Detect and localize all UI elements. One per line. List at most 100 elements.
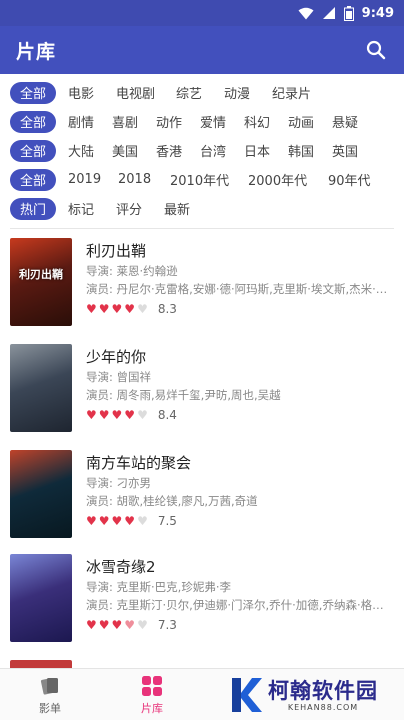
- movie-director: 导演: 曾国祥: [86, 370, 152, 384]
- movie-score: 8.3: [157, 302, 177, 316]
- heart-icon: ♥: [137, 302, 148, 316]
- filter-option[interactable]: 2018: [118, 172, 170, 187]
- filter-option[interactable]: 2019: [68, 172, 118, 187]
- filter-option[interactable]: 电视剧: [116, 83, 176, 102]
- filter-option[interactable]: 台湾: [200, 141, 244, 160]
- filter-option[interactable]: 标记: [68, 199, 116, 218]
- heart-rating: ♥ ♥ ♥ ♥ ♥: [86, 515, 148, 527]
- app-bar: 片库: [0, 26, 404, 74]
- watermark-logo: 柯翰软件园 KEHAN88.COM: [226, 672, 398, 718]
- heart-icon: ♥: [137, 408, 148, 422]
- filter-option[interactable]: 爱情: [200, 112, 244, 131]
- movie-item[interactable]: 利刃出鞘 利刃出鞘 导演: 莱恩·约翰逊 演员: 丹尼尔·克雷格,安娜·德·阿玛…: [10, 238, 394, 330]
- movie-cast: 演员: 克里斯汀·贝尔,伊迪娜·门泽尔,乔什·加德,乔纳森·格罗...: [86, 598, 394, 612]
- filter-option[interactable]: 香港: [156, 141, 200, 160]
- heart-icon: ♥: [86, 408, 97, 422]
- filter-option[interactable]: 纪录片: [272, 83, 332, 102]
- filter-option[interactable]: 2000年代: [248, 170, 328, 189]
- heart-icon: ♥: [98, 618, 110, 632]
- grid-icon: [142, 676, 162, 696]
- watermark-url: KEHAN88.COM: [287, 702, 359, 712]
- filter-chip-type-all[interactable]: 全部: [10, 81, 56, 104]
- heart-icon: ♥: [137, 514, 148, 528]
- movie-item[interactable]: 南方车站的聚会 导演: 刁亦男 演员: 胡歌,桂纶镁,廖凡,万茜,奇道 ♥ ♥ ♥ ♥…: [10, 450, 394, 542]
- movie-rating: ♥ ♥ ♥ ♥ ♥ 8.4: [86, 408, 394, 422]
- heart-rating: ♥ ♥ ♥ ♥ ♥: [86, 409, 148, 421]
- movie-title: 冰雪奇缘2: [86, 558, 156, 576]
- signal-icon: [322, 7, 335, 19]
- filter-panel: 全部 电影 电视剧 综艺 动漫 纪录片 全部 剧情 喜剧 动作 爱情 科幻 动画…: [0, 78, 404, 223]
- filter-option[interactable]: 日本: [244, 141, 288, 160]
- movie-item-partial[interactable]: [10, 660, 394, 668]
- battery-icon: [343, 5, 354, 21]
- heart-icon: ♥: [111, 408, 123, 422]
- heart-icon: ♥: [86, 618, 97, 632]
- heart-icon: ♥: [137, 618, 148, 632]
- movie-list: 利刃出鞘 利刃出鞘 导演: 莱恩·约翰逊 演员: 丹尼尔·克雷格,安娜·德·阿玛…: [0, 236, 404, 668]
- filter-chip-genre-all[interactable]: 全部: [10, 110, 56, 133]
- movie-cast: 演员: 胡歌,桂纶镁,廖凡,万茜,奇道: [86, 494, 258, 508]
- movie-director: 导演: 克里斯·巴克,珍妮弗·李: [86, 580, 231, 594]
- filter-option[interactable]: 科幻: [244, 112, 288, 131]
- filter-row-region: 全部 大陆 美国 香港 台湾 日本 韩国 英国: [0, 136, 404, 165]
- movie-item[interactable]: 冰雪奇缘2 导演: 克里斯·巴克,珍妮弗·李 演员: 克里斯汀·贝尔,伊迪娜·门…: [10, 554, 394, 646]
- filter-option[interactable]: 电影: [68, 83, 116, 102]
- filter-option[interactable]: 动漫: [224, 83, 272, 102]
- wifi-icon: [298, 7, 314, 19]
- movie-score: 7.5: [157, 514, 177, 528]
- heart-icon: ♥: [124, 514, 136, 528]
- heart-icon: ♥: [86, 514, 97, 528]
- filter-option[interactable]: 90年代: [328, 170, 378, 189]
- heart-icon: ♥: [98, 408, 110, 422]
- page-title: 片库: [16, 40, 57, 63]
- divider: [10, 228, 394, 229]
- status-time: 9:49: [361, 5, 394, 21]
- filter-option[interactable]: 动作: [156, 112, 200, 131]
- movie-director: 导演: 莱恩·约翰逊: [86, 264, 178, 278]
- filter-chip-region-all[interactable]: 全部: [10, 139, 56, 162]
- filter-option[interactable]: 悬疑: [332, 112, 366, 131]
- heart-icon: ♥: [98, 514, 110, 528]
- filter-option[interactable]: 喜剧: [112, 112, 156, 131]
- heart-icon: ♥: [86, 302, 97, 316]
- movie-title: 南方车站的聚会: [86, 454, 192, 472]
- heart-icon: ♥: [111, 514, 123, 528]
- filter-option[interactable]: 动画: [288, 112, 332, 131]
- nav-tab-library[interactable]: 片库: [122, 675, 182, 716]
- filter-option[interactable]: 综艺: [176, 83, 224, 102]
- filter-option[interactable]: 美国: [112, 141, 156, 160]
- heart-icon: ♥: [111, 302, 123, 316]
- filter-chip-popular[interactable]: 热门: [10, 197, 56, 220]
- status-bar: 9:49: [0, 0, 404, 26]
- filter-row-genre: 全部 剧情 喜剧 动作 爱情 科幻 动画 悬疑: [0, 107, 404, 136]
- filter-option[interactable]: 2010年代: [170, 170, 248, 189]
- heart-icon: ♥: [124, 618, 136, 632]
- filter-row-year: 全部 2019 2018 2010年代 2000年代 90年代: [0, 165, 404, 194]
- heart-icon: ♥: [111, 618, 123, 632]
- filter-option[interactable]: 最新: [164, 199, 212, 218]
- filter-option[interactable]: 大陆: [68, 141, 112, 160]
- movie-poster: 利刃出鞘: [10, 238, 72, 326]
- heart-rating: ♥ ♥ ♥ ♥ ♥: [86, 619, 148, 631]
- filter-option[interactable]: 剧情: [68, 112, 112, 131]
- movie-rating: ♥ ♥ ♥ ♥ ♥ 7.5: [86, 514, 394, 528]
- filter-row-sort: 热门 标记 评分 最新: [0, 194, 404, 223]
- movie-director: 导演: 刁亦男: [86, 476, 152, 490]
- movie-item[interactable]: 少年的你 导演: 曾国祥 演员: 周冬雨,易烊千玺,尹昉,周也,吴越 ♥ ♥ ♥ ♥ ♥…: [10, 344, 394, 436]
- filter-option[interactable]: 评分: [116, 199, 164, 218]
- movie-rating: ♥ ♥ ♥ ♥ ♥ 8.3: [86, 302, 394, 316]
- movie-poster: [10, 660, 72, 668]
- filter-chip-year-all[interactable]: 全部: [10, 168, 56, 191]
- search-icon: [366, 40, 386, 60]
- filter-row-type: 全部 电影 电视剧 综艺 动漫 纪录片: [0, 78, 404, 107]
- movie-score: 8.4: [157, 408, 177, 422]
- cards-icon: [40, 678, 58, 695]
- filter-option[interactable]: 英国: [332, 141, 366, 160]
- nav-label-library: 片库: [141, 702, 163, 715]
- k-logo-icon: [232, 678, 262, 712]
- movie-title: 少年的你: [86, 348, 147, 366]
- nav-tab-playlist[interactable]: 影单: [20, 675, 80, 716]
- filter-option[interactable]: 韩国: [288, 141, 332, 160]
- movie-score: 7.3: [157, 618, 177, 632]
- search-button[interactable]: [362, 36, 390, 64]
